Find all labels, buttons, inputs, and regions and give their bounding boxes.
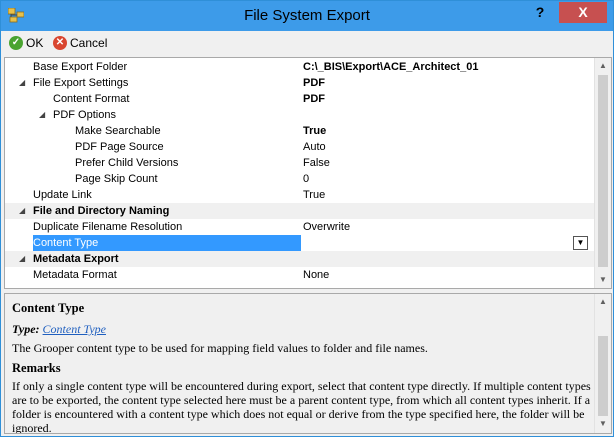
property-row-page-skip-count[interactable]: Page Skip Count 0 <box>5 171 595 187</box>
collapse-arrow-icon[interactable]: ◢ <box>39 107 45 123</box>
scroll-thumb[interactable] <box>598 75 608 267</box>
property-name: Prefer Child Versions <box>75 157 179 169</box>
property-value[interactable]: Overwrite <box>303 219 350 235</box>
property-row-file-export-settings[interactable]: ◢ File Export Settings PDF <box>5 75 595 91</box>
scroll-up-icon[interactable]: ▲ <box>595 58 611 74</box>
help-type-label: Type: <box>12 322 40 336</box>
cancel-label: Cancel <box>70 36 108 50</box>
category-metadata-export[interactable]: ◢ Metadata Export <box>5 251 595 267</box>
property-name: Make Searchable <box>75 125 161 137</box>
property-name: Duplicate Filename Resolution <box>33 221 183 233</box>
property-name: File Export Settings <box>33 77 129 89</box>
scroll-down-icon[interactable]: ▼ <box>595 272 611 288</box>
grid-scrollbar[interactable]: ▲ ▼ <box>594 58 611 288</box>
category-file-and-directory-naming[interactable]: ◢ File and Directory Naming <box>5 203 595 219</box>
property-value[interactable]: C:\_BIS\Export\ACE_Architect_01 <box>303 59 478 75</box>
property-name: Page Skip Count <box>75 173 158 185</box>
help-type-line: Type: Content Type <box>12 322 592 337</box>
property-name: PDF Options <box>53 109 116 121</box>
property-name: Update Link <box>33 189 92 201</box>
property-value[interactable]: False <box>303 155 330 171</box>
property-value[interactable]: 0 <box>303 171 309 187</box>
check-icon: ✓ <box>9 36 23 50</box>
help-title: Content Type <box>12 301 85 315</box>
property-row-base-export-folder[interactable]: Base Export Folder C:\_BIS\Export\ACE_Ar… <box>5 59 595 75</box>
collapse-arrow-icon[interactable]: ◢ <box>19 75 25 91</box>
property-name: Content Type <box>33 237 99 249</box>
property-value[interactable]: True <box>303 187 325 203</box>
help-panel: Content Type Type: Content Type The Groo… <box>4 293 612 434</box>
category-name: Metadata Export <box>33 253 119 265</box>
property-value[interactable]: Auto <box>303 139 326 155</box>
property-value[interactable]: PDF <box>303 91 325 107</box>
property-row-pdf-options[interactable]: ◢ PDF Options <box>5 107 595 123</box>
property-row-duplicate-filename-resolution[interactable]: Duplicate Filename Resolution Overwrite <box>5 219 595 235</box>
scroll-thumb[interactable] <box>598 336 608 416</box>
toolbar: ✓ OK ✕ Cancel <box>1 31 613 55</box>
property-name: Content Format <box>53 93 130 105</box>
ok-label: OK <box>26 36 44 50</box>
help-remarks-title: Remarks <box>12 361 61 375</box>
scroll-up-icon[interactable]: ▲ <box>595 294 611 310</box>
title-bar: File System Export ? X <box>1 1 613 31</box>
property-value[interactable]: None <box>303 267 329 283</box>
property-name: PDF Page Source <box>75 141 164 153</box>
close-button[interactable]: X <box>559 2 607 23</box>
collapse-arrow-icon[interactable]: ◢ <box>19 251 25 267</box>
property-row-prefer-child-versions[interactable]: Prefer Child Versions False <box>5 155 595 171</box>
property-row-pdf-page-source[interactable]: PDF Page Source Auto <box>5 139 595 155</box>
property-row-metadata-format[interactable]: Metadata Format None <box>5 267 595 283</box>
chevron-down-icon[interactable]: ▼ <box>573 236 588 250</box>
cancel-icon: ✕ <box>53 36 67 50</box>
window-title: File System Export <box>244 7 370 24</box>
property-value[interactable]: True <box>303 123 326 139</box>
property-grid: Base Export Folder C:\_BIS\Export\ACE_Ar… <box>4 57 612 289</box>
help-remarks-text: If only a single content type will be en… <box>12 379 591 434</box>
property-row-content-format[interactable]: Content Format PDF <box>5 91 595 107</box>
content-type-link[interactable]: Content Type <box>43 322 106 336</box>
property-value[interactable]: PDF <box>303 75 325 91</box>
help-description: The Grooper content type to be used for … <box>12 341 428 355</box>
cancel-button[interactable]: ✕ Cancel <box>53 35 113 51</box>
collapse-arrow-icon[interactable]: ◢ <box>19 203 25 219</box>
property-name: Base Export Folder <box>33 61 128 73</box>
help-scrollbar[interactable]: ▲ ▼ <box>594 294 611 433</box>
help-button[interactable]: ? <box>523 2 557 23</box>
file-system-export-dialog: File System Export ? X ✓ OK ✕ Cancel Bas… <box>0 0 614 437</box>
ok-button[interactable]: ✓ OK <box>9 35 49 51</box>
close-icon: X <box>578 4 588 20</box>
property-row-content-type[interactable]: Content Type ▼ <box>5 235 595 251</box>
property-name: Metadata Format <box>33 269 117 281</box>
property-row-make-searchable[interactable]: Make Searchable True <box>5 123 595 139</box>
scroll-down-icon[interactable]: ▼ <box>595 416 611 432</box>
category-name: File and Directory Naming <box>33 205 170 217</box>
property-row-update-link[interactable]: Update Link True <box>5 187 595 203</box>
